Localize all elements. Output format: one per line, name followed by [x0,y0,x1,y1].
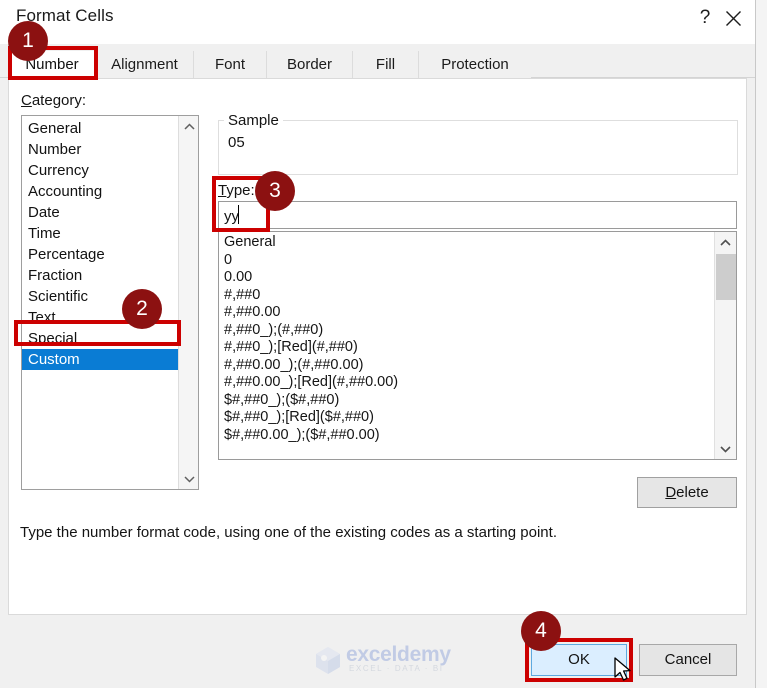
tab-border[interactable]: Border [266,51,352,78]
scroll-down-icon[interactable] [715,439,735,459]
category-item-fraction[interactable]: Fraction [22,265,180,286]
category-item-special[interactable]: Special [22,328,180,349]
annotation-badge-1: 1 [8,21,48,61]
scrollbar-thumb[interactable] [716,254,736,300]
dialog-title-bar: Format Cells ? [0,0,755,44]
tab-fill[interactable]: Fill [352,51,418,78]
annotation-badge-3: 3 [255,171,295,211]
type-label: Type: [218,182,255,199]
category-item-number[interactable]: Number [22,139,180,160]
annotation-badge-4: 4 [521,611,561,651]
list-item[interactable]: #,##0.00_);(#,##0.00) [219,357,714,375]
tab-strip: Number Alignment Font Border Fill Protec… [0,44,755,78]
watermark-tagline: EXCEL · DATA · BI [349,664,444,673]
format-cells-dialog: Format Cells ? Number Alignment Font Bor… [0,0,755,688]
list-item[interactable]: #,##0_);(#,##0) [219,322,714,340]
tab-alignment[interactable]: Alignment [95,51,193,78]
exceldemy-logo-icon [316,647,340,674]
scroll-up-icon[interactable] [715,232,735,252]
list-item[interactable]: #,##0 [219,287,714,305]
category-item-general[interactable]: General [22,118,180,139]
list-item[interactable]: $#,##0_);($#,##0) [219,392,714,410]
tab-font[interactable]: Font [193,51,266,78]
category-item-accounting[interactable]: Accounting [22,181,180,202]
category-item-custom[interactable]: Custom [22,349,180,370]
category-item-percentage[interactable]: Percentage [22,244,180,265]
sample-value: 05 [228,134,245,151]
description-text: Type the number format code, using one o… [20,524,557,541]
text-caret [238,205,239,224]
delete-button[interactable]: Delete [637,477,737,508]
list-item[interactable]: #,##0.00 [219,304,714,322]
sample-label: Sample [224,112,283,129]
type-input[interactable] [218,201,737,229]
format-code-scrollbar[interactable] [714,232,736,459]
list-item[interactable]: $#,##0_);[Red]($#,##0) [219,409,714,427]
annotation-badge-2: 2 [122,289,162,329]
cancel-button[interactable]: Cancel [639,644,737,676]
category-listbox[interactable]: General Number Currency Accounting Date … [21,115,199,490]
window-right-edge [755,0,767,688]
list-item[interactable]: #,##0.00_);[Red](#,##0.00) [219,374,714,392]
category-scrollbar[interactable] [178,116,198,489]
list-item[interactable]: $#,##0.00_);($#,##0.00) [219,427,714,445]
scroll-up-icon[interactable] [179,116,198,136]
scroll-down-icon[interactable] [179,469,198,489]
category-item-time[interactable]: Time [22,223,180,244]
list-item[interactable]: 0 [219,252,714,270]
category-item-date[interactable]: Date [22,202,180,223]
list-item[interactable]: #,##0_);[Red](#,##0) [219,339,714,357]
category-label: Category: [21,92,87,109]
exceldemy-watermark: exceldemy EXCEL · DATA · BI [313,643,458,677]
category-item-currency[interactable]: Currency [22,160,180,181]
format-code-listbox[interactable]: General 0 0.00 #,##0 #,##0.00 #,##0_);(#… [218,231,737,460]
list-item[interactable]: General [219,234,714,252]
tab-protection[interactable]: Protection [418,51,531,78]
list-item[interactable]: 0.00 [219,269,714,287]
close-icon[interactable] [713,2,753,34]
sample-group-box [218,120,738,175]
